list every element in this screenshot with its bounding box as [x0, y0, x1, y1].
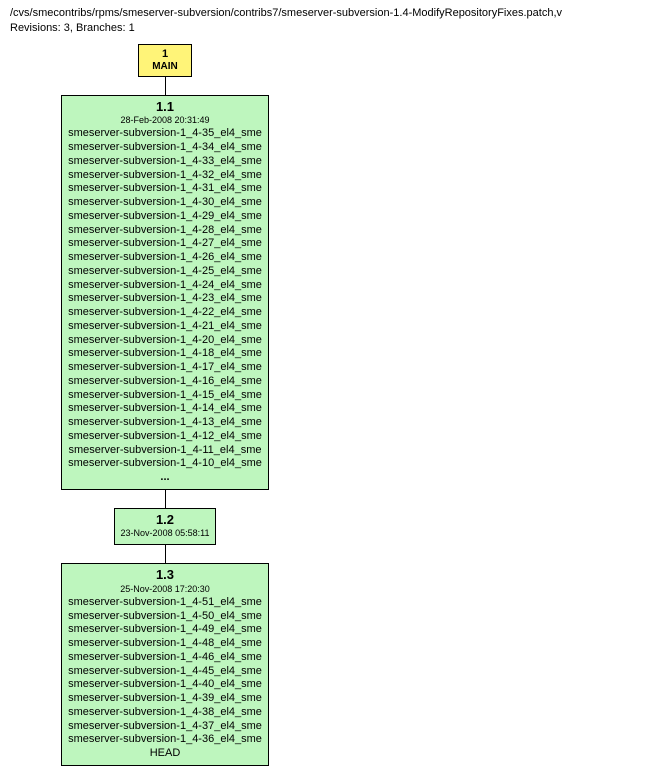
- tag-item: smeserver-subversion-1_4-20_el4_sme: [68, 334, 262, 348]
- tag-item: smeserver-subversion-1_4-29_el4_sme: [68, 210, 262, 224]
- tag-list: smeserver-subversion-1_4-51_el4_smesmese…: [68, 596, 262, 761]
- tag-item: smeserver-subversion-1_4-24_el4_sme: [68, 279, 262, 293]
- connector: [165, 545, 166, 563]
- revision-node[interactable]: 1.3 25-Nov-2008 17:20:30 smeserver-subve…: [61, 563, 269, 766]
- revision-stats: Revisions: 3, Branches: 1: [10, 21, 652, 35]
- tag-item: smeserver-subversion-1_4-25_el4_sme: [68, 265, 262, 279]
- branch-number: 1: [149, 48, 181, 61]
- tag-item: smeserver-subversion-1_4-23_el4_sme: [68, 292, 262, 306]
- tag-item: smeserver-subversion-1_4-27_el4_sme: [68, 237, 262, 251]
- tag-item: smeserver-subversion-1_4-33_el4_sme: [68, 155, 262, 169]
- tag-item: smeserver-subversion-1_4-13_el4_sme: [68, 416, 262, 430]
- tag-item: smeserver-subversion-1_4-26_el4_sme: [68, 251, 262, 265]
- branch-box[interactable]: 1 MAIN: [138, 44, 192, 77]
- revision-date: 25-Nov-2008 17:20:30: [68, 584, 262, 595]
- header: /cvs/smecontribs/rpms/smeserver-subversi…: [10, 6, 652, 36]
- tag-item: smeserver-subversion-1_4-51_el4_sme: [68, 596, 262, 610]
- tag-item: HEAD: [68, 747, 262, 761]
- tag-item: smeserver-subversion-1_4-37_el4_sme: [68, 720, 262, 734]
- file-path: /cvs/smecontribs/rpms/smeserver-subversi…: [10, 6, 652, 20]
- tag-item: smeserver-subversion-1_4-31_el4_sme: [68, 182, 262, 196]
- revision-graph: 1 MAIN 1.1 28-Feb-2008 20:31:49 smeserve…: [30, 44, 300, 766]
- tag-item: smeserver-subversion-1_4-15_el4_sme: [68, 389, 262, 403]
- tag-item: smeserver-subversion-1_4-48_el4_sme: [68, 637, 262, 651]
- tag-item: smeserver-subversion-1_4-28_el4_sme: [68, 224, 262, 238]
- tag-item: smeserver-subversion-1_4-11_el4_sme: [68, 444, 262, 458]
- tag-item: smeserver-subversion-1_4-12_el4_sme: [68, 430, 262, 444]
- tag-item: smeserver-subversion-1_4-10_el4_sme: [68, 457, 262, 471]
- tag-item: smeserver-subversion-1_4-34_el4_sme: [68, 141, 262, 155]
- tag-item: smeserver-subversion-1_4-21_el4_sme: [68, 320, 262, 334]
- tag-item: smeserver-subversion-1_4-46_el4_sme: [68, 651, 262, 665]
- connector: [165, 490, 166, 508]
- revision-date: 23-Nov-2008 05:58:11: [121, 528, 210, 539]
- tag-item: smeserver-subversion-1_4-35_el4_sme: [68, 127, 262, 141]
- connector: [165, 77, 166, 95]
- more-indicator: ...: [68, 471, 262, 485]
- revision-version: 1.3: [68, 567, 262, 583]
- tag-item: smeserver-subversion-1_4-38_el4_sme: [68, 706, 262, 720]
- revision-node[interactable]: 1.1 28-Feb-2008 20:31:49 smeserver-subve…: [61, 95, 269, 490]
- tag-item: smeserver-subversion-1_4-18_el4_sme: [68, 347, 262, 361]
- tag-item: smeserver-subversion-1_4-39_el4_sme: [68, 692, 262, 706]
- tag-list: smeserver-subversion-1_4-35_el4_smesmese…: [68, 127, 262, 471]
- tag-item: smeserver-subversion-1_4-45_el4_sme: [68, 665, 262, 679]
- tag-item: smeserver-subversion-1_4-22_el4_sme: [68, 306, 262, 320]
- tag-item: smeserver-subversion-1_4-36_el4_sme: [68, 733, 262, 747]
- tag-item: smeserver-subversion-1_4-30_el4_sme: [68, 196, 262, 210]
- revision-version: 1.1: [68, 99, 262, 115]
- revision-node[interactable]: 1.2 23-Nov-2008 05:58:11: [114, 508, 217, 546]
- tag-item: smeserver-subversion-1_4-16_el4_sme: [68, 375, 262, 389]
- tag-item: smeserver-subversion-1_4-14_el4_sme: [68, 402, 262, 416]
- tag-item: smeserver-subversion-1_4-17_el4_sme: [68, 361, 262, 375]
- tag-item: smeserver-subversion-1_4-49_el4_sme: [68, 623, 262, 637]
- branch-name: MAIN: [149, 61, 181, 73]
- tag-item: smeserver-subversion-1_4-50_el4_sme: [68, 610, 262, 624]
- revision-version: 1.2: [121, 512, 210, 528]
- revision-date: 28-Feb-2008 20:31:49: [68, 115, 262, 126]
- tag-item: smeserver-subversion-1_4-32_el4_sme: [68, 169, 262, 183]
- tag-item: smeserver-subversion-1_4-40_el4_sme: [68, 678, 262, 692]
